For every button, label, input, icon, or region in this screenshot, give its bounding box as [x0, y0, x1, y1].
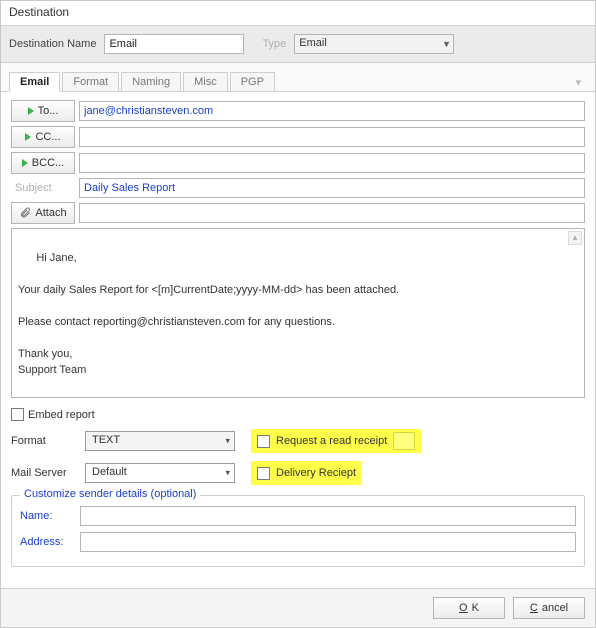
sender-details-group: Customize sender details (optional) Name… [11, 495, 585, 567]
delivery-receipt-highlight: Delivery Reciept [251, 461, 362, 485]
format-label: Format [11, 435, 75, 447]
subject-label: Subject [11, 182, 75, 194]
sender-address-input[interactable] [80, 532, 576, 552]
bcc-button[interactable]: BCC... [11, 152, 75, 174]
read-receipt-checkbox[interactable] [257, 435, 270, 448]
cc-button[interactable]: CC... [11, 126, 75, 148]
header-row: Destination Name Type Email ▾ [1, 26, 595, 63]
read-receipt-highlight: Request a read receipt [251, 429, 421, 453]
chevron-down-icon: ▾ [444, 38, 450, 51]
paperclip-icon [19, 207, 31, 219]
subject-input[interactable] [79, 178, 585, 198]
arrow-right-icon [28, 107, 34, 115]
destination-dialog: Destination Destination Name Type Email … [0, 0, 596, 628]
window-title: Destination [1, 1, 595, 26]
to-input[interactable] [79, 101, 585, 121]
read-receipt-options-button[interactable] [393, 432, 415, 450]
embed-report-label: Embed report [28, 409, 95, 421]
cc-input[interactable] [79, 127, 585, 147]
bcc-input[interactable] [79, 153, 585, 173]
tab-format[interactable]: Format [62, 72, 119, 91]
type-select[interactable]: Email ▾ [294, 34, 454, 54]
arrow-right-icon [22, 159, 28, 167]
sender-name-label: Name: [20, 510, 76, 522]
mail-server-label: Mail Server [11, 467, 75, 479]
ok-button[interactable]: OK [433, 597, 505, 619]
sender-details-title: Customize sender details (optional) [20, 488, 200, 500]
message-body[interactable]: Hi Jane, Your daily Sales Report for <[m… [11, 228, 585, 398]
arrow-right-icon [25, 133, 31, 141]
sender-name-input[interactable] [80, 506, 576, 526]
tab-misc[interactable]: Misc [183, 72, 228, 91]
destination-name-label: Destination Name [9, 38, 96, 50]
chevron-down-icon: ▾ [225, 436, 230, 447]
collapse-icon[interactable]: ▾ [569, 74, 587, 91]
cancel-button[interactable]: Cancel [513, 597, 585, 619]
chevron-down-icon: ▾ [225, 468, 230, 479]
tab-naming[interactable]: Naming [121, 72, 181, 91]
tab-email[interactable]: Email [9, 72, 60, 92]
delivery-receipt-label: Delivery Reciept [276, 467, 356, 479]
mail-server-select[interactable]: Default ▾ [85, 463, 235, 483]
read-receipt-label: Request a read receipt [276, 435, 387, 447]
attach-button[interactable]: Attach [11, 202, 75, 224]
type-select-value: Email [299, 37, 327, 49]
destination-name-input[interactable] [104, 34, 244, 54]
delivery-receipt-checkbox[interactable] [257, 467, 270, 480]
scroll-up-icon[interactable]: ▴ [568, 231, 582, 245]
sender-address-label: Address: [20, 536, 76, 548]
attach-input[interactable] [79, 203, 585, 223]
format-select[interactable]: TEXT ▾ [85, 431, 235, 451]
form-body: To... CC... BCC... Subject [1, 92, 595, 588]
tab-pgp[interactable]: PGP [230, 72, 275, 91]
dialog-footer: OK Cancel [1, 588, 595, 627]
to-button[interactable]: To... [11, 100, 75, 122]
type-label: Type [262, 38, 286, 50]
tabstrip: Email Format Naming Misc PGP ▾ [1, 63, 595, 92]
